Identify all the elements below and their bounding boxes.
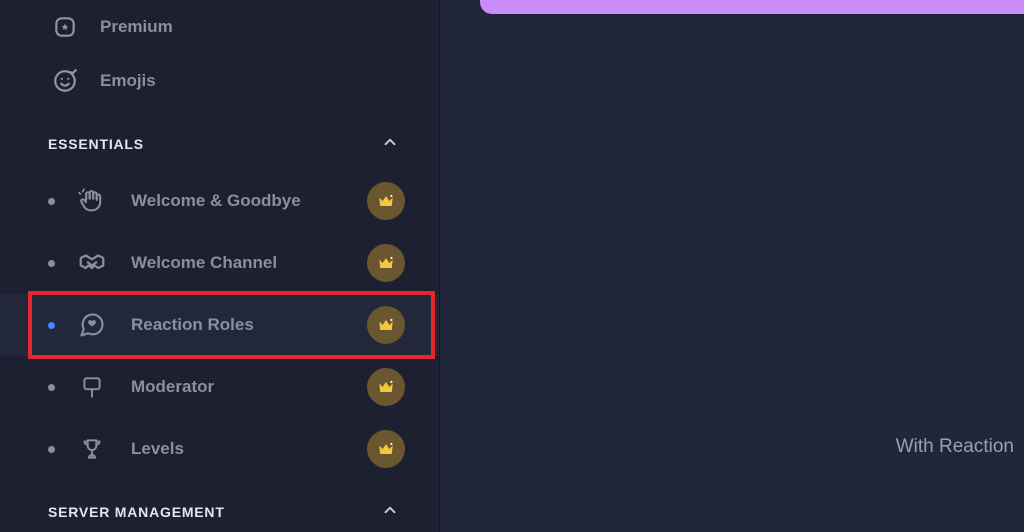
sidebar-item-label: Levels <box>131 439 367 459</box>
sidebar-item-label: Moderator <box>131 377 367 397</box>
emoji-icon <box>48 68 82 94</box>
trophy-icon <box>75 436 109 462</box>
reaction-icon <box>75 311 109 339</box>
chevron-up-icon <box>381 133 399 156</box>
premium-badge <box>367 368 405 406</box>
sidebar-item-label: Reaction Roles <box>131 315 367 335</box>
sidebar-item-reaction-roles[interactable]: Reaction Roles <box>0 294 439 356</box>
sidebar: Premium Emojis ESSENTIALS <box>0 0 440 532</box>
notification-bar[interactable] <box>480 0 1024 14</box>
sidebar-item-premium[interactable]: Premium <box>0 0 439 54</box>
sidebar-item-welcome-channel[interactable]: Welcome Channel <box>0 232 439 294</box>
status-dot <box>48 198 55 205</box>
sidebar-item-label: Premium <box>100 17 173 37</box>
status-dot <box>48 384 55 391</box>
partial-heading: With Reaction <box>896 436 1014 458</box>
section-title: SERVER MANAGEMENT <box>48 504 225 520</box>
section-header-server-management[interactable]: SERVER MANAGEMENT <box>0 486 439 532</box>
status-dot <box>48 260 55 267</box>
status-dot <box>48 446 55 453</box>
sidebar-item-label: Welcome Channel <box>131 253 367 273</box>
sidebar-item-emojis[interactable]: Emojis <box>0 54 439 108</box>
sidebar-item-moderator[interactable]: Moderator <box>0 356 439 418</box>
sidebar-item-label: Welcome & Goodbye <box>131 191 367 211</box>
status-dot-active <box>48 322 55 329</box>
moderator-icon <box>75 374 109 400</box>
chevron-up-icon <box>381 501 399 524</box>
section-header-essentials[interactable]: ESSENTIALS <box>0 118 439 170</box>
premium-badge <box>367 182 405 220</box>
premium-badge <box>367 244 405 282</box>
wave-icon <box>75 187 109 215</box>
sidebar-item-welcome-goodbye[interactable]: Welcome & Goodbye <box>0 170 439 232</box>
main-content: With Reaction <box>440 0 1024 532</box>
sidebar-item-label: Emojis <box>100 71 156 91</box>
section-title: ESSENTIALS <box>48 136 144 152</box>
premium-icon <box>48 14 82 40</box>
premium-badge <box>367 430 405 468</box>
sidebar-item-levels[interactable]: Levels <box>0 418 439 480</box>
premium-badge <box>367 306 405 344</box>
handshake-icon <box>75 248 109 278</box>
